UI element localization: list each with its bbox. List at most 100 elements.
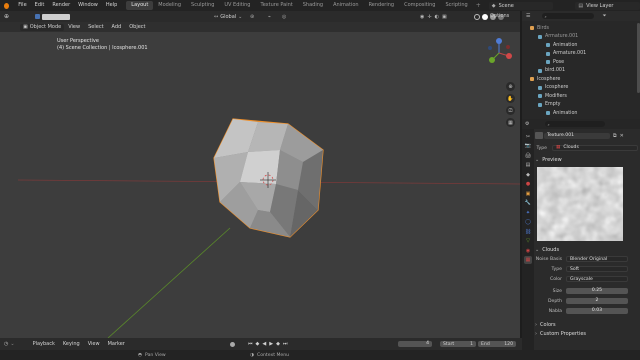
preview-section-label[interactable]: Preview <box>542 157 561 163</box>
tool-tab-icon[interactable]: ✂ <box>524 133 532 141</box>
timeline-menu-marker[interactable]: Marker <box>104 339 129 350</box>
texture-name-field[interactable]: Texture.001 <box>544 132 610 139</box>
viewport-menu-add[interactable]: Add <box>108 22 126 33</box>
texture-tab-icon[interactable]: ▦ <box>524 256 532 264</box>
properties-search-field[interactable]: ⌕ <box>545 121 606 127</box>
select-mode-icons[interactable] <box>42 13 71 20</box>
outliner-item[interactable]: bird.001 <box>522 67 640 76</box>
blender-logo-icon[interactable] <box>4 2 10 9</box>
outliner-item[interactable]: Modifiers <box>522 92 640 101</box>
outliner-item[interactable]: Animation <box>522 41 640 50</box>
tab-uv-editing[interactable]: UV Editing <box>219 1 255 10</box>
chevron-right-icon[interactable]: › <box>535 331 537 337</box>
render-tab-icon[interactable]: 📷 <box>524 142 532 150</box>
select-box-icon[interactable] <box>35 14 41 19</box>
menu-file[interactable]: File <box>14 0 30 11</box>
outliner-search-field[interactable]: ⌕ <box>542 13 595 19</box>
clouds-section-label[interactable]: Clouds <box>542 247 559 253</box>
add-workspace-icon[interactable]: + <box>476 2 481 9</box>
pivot-icon[interactable]: ⊛ <box>250 14 254 20</box>
physics-tab-icon[interactable]: ◯ <box>524 218 532 226</box>
view-layer-selector[interactable]: ▤ View Layer <box>575 1 640 10</box>
tab-modeling[interactable]: Modeling <box>153 1 186 10</box>
timeline-menu-view[interactable]: View <box>84 339 104 350</box>
view-layer-tab-icon[interactable]: ▤ <box>524 161 532 169</box>
world-tab-icon[interactable]: ● <box>524 180 532 188</box>
menu-window[interactable]: Window <box>74 0 102 11</box>
viewport-menu-object[interactable]: Object <box>125 22 149 33</box>
start-frame-field[interactable]: Start 1 <box>440 341 476 347</box>
output-tab-icon[interactable]: 🖨 <box>524 152 532 160</box>
outliner-item[interactable]: Empty <box>522 101 640 110</box>
particles-tab-icon[interactable]: ✦ <box>524 209 532 217</box>
next-keyframe-icon[interactable]: ◆ <box>276 341 280 347</box>
play-reverse-icon[interactable]: ◀ <box>262 341 266 347</box>
visibility-icon[interactable]: ◉ <box>420 14 424 20</box>
tab-layout[interactable]: Layout <box>126 1 154 10</box>
size-field[interactable]: 0.25 <box>566 288 628 294</box>
tab-animation[interactable]: Animation <box>328 1 364 10</box>
gizmo-icon[interactable]: ✛ <box>427 14 431 20</box>
scene-selector[interactable]: ◆ Scene <box>488 1 554 10</box>
outliner-item[interactable]: Icosphere <box>522 75 640 84</box>
mode-dropdown[interactable]: ▣ Object Mode <box>20 23 65 31</box>
transform-orientation-dropdown[interactable]: ↔ Global ⌄ <box>214 14 242 20</box>
noise-basis-dropdown[interactable]: Blender Original <box>566 256 628 262</box>
record-icon[interactable] <box>230 341 235 347</box>
modifier-tab-icon[interactable]: 🔧 <box>524 199 532 207</box>
end-frame-field[interactable]: End 120 <box>478 341 516 347</box>
menu-render[interactable]: Render <box>48 0 74 11</box>
tab-texture-paint[interactable]: Texture Paint <box>255 1 297 10</box>
depth-field[interactable]: 2 <box>566 298 628 304</box>
outliner-item[interactable]: Armature.001 <box>522 33 640 42</box>
material-tab-icon[interactable]: ◉ <box>524 247 532 255</box>
object-tab-icon[interactable]: ▣ <box>524 190 532 198</box>
scene-tab-icon[interactable]: ◆ <box>524 171 532 179</box>
options-button[interactable]: Options <box>490 13 509 19</box>
menu-edit[interactable]: Edit <box>31 0 49 11</box>
play-icon[interactable]: ▶ <box>269 341 273 347</box>
jump-end-icon[interactable]: ⏭ <box>283 341 288 347</box>
tab-sculpting[interactable]: Sculpting <box>186 1 219 10</box>
data-tab-icon[interactable]: ▽ <box>524 237 532 245</box>
viewport-menu-view[interactable]: View <box>64 22 84 33</box>
color-dropdown[interactable]: Grayscale <box>566 276 628 282</box>
outliner-item[interactable]: Icosphere <box>522 84 640 93</box>
texture-browse-icon[interactable] <box>535 132 543 139</box>
properties-editor-icon[interactable]: ⚙ <box>525 121 529 127</box>
tab-shading[interactable]: Shading <box>298 1 328 10</box>
constraints-tab-icon[interactable]: ⛓ <box>524 228 532 236</box>
chevron-right-icon[interactable]: › <box>535 322 537 328</box>
navigation-gizmo[interactable] <box>484 38 514 68</box>
outliner-item[interactable]: Armature.001 <box>522 50 640 59</box>
timeline-menu-keying[interactable]: Keying <box>59 339 84 350</box>
overlay-icon[interactable]: ◐ <box>435 14 439 20</box>
current-frame-field[interactable]: 4 <box>398 341 432 347</box>
prev-keyframe-icon[interactable]: ◆ <box>256 341 260 347</box>
wireframe-shading-icon[interactable] <box>474 13 480 20</box>
tab-rendering[interactable]: Rendering <box>364 1 400 10</box>
viewport-menu-select[interactable]: Select <box>84 22 107 33</box>
editor-type-icon[interactable]: ⊕ <box>4 13 9 20</box>
3d-viewport[interactable]: User Perspective (4) Scene Collection | … <box>18 32 520 338</box>
solid-shading-icon[interactable] <box>482 13 488 20</box>
timeline-menu-playback[interactable]: Playback <box>29 339 59 350</box>
timeline-chevron-icon[interactable]: ⌄ <box>10 341 14 347</box>
filter-icon[interactable]: ⏷ <box>602 13 606 19</box>
outliner-item[interactable]: Pose <box>522 58 640 67</box>
proportional-edit-icon[interactable]: ◎ <box>282 14 286 20</box>
zoom-icon[interactable]: ⊕ <box>506 82 515 91</box>
ortho-toggle-icon[interactable]: ▦ <box>506 118 515 127</box>
menu-help[interactable]: Help <box>102 0 121 11</box>
outliner-editor-icon[interactable]: ☰ <box>526 13 530 19</box>
outliner-item[interactable]: Birds <box>522 24 640 33</box>
outliner-item[interactable]: Animation <box>522 109 640 118</box>
custom-properties-section-label[interactable]: Custom Properties <box>540 331 586 337</box>
tab-scripting[interactable]: Scripting <box>440 1 472 10</box>
colors-section-label[interactable]: Colors <box>540 322 556 328</box>
pan-icon[interactable]: ✋ <box>506 94 515 103</box>
duplicate-icon[interactable]: ⧉ <box>613 133 617 139</box>
noise-type-dropdown[interactable]: Soft <box>566 266 628 272</box>
timeline-editor-icon[interactable]: ◷ <box>4 341 8 347</box>
xray-icon[interactable]: ▣ <box>442 14 447 20</box>
